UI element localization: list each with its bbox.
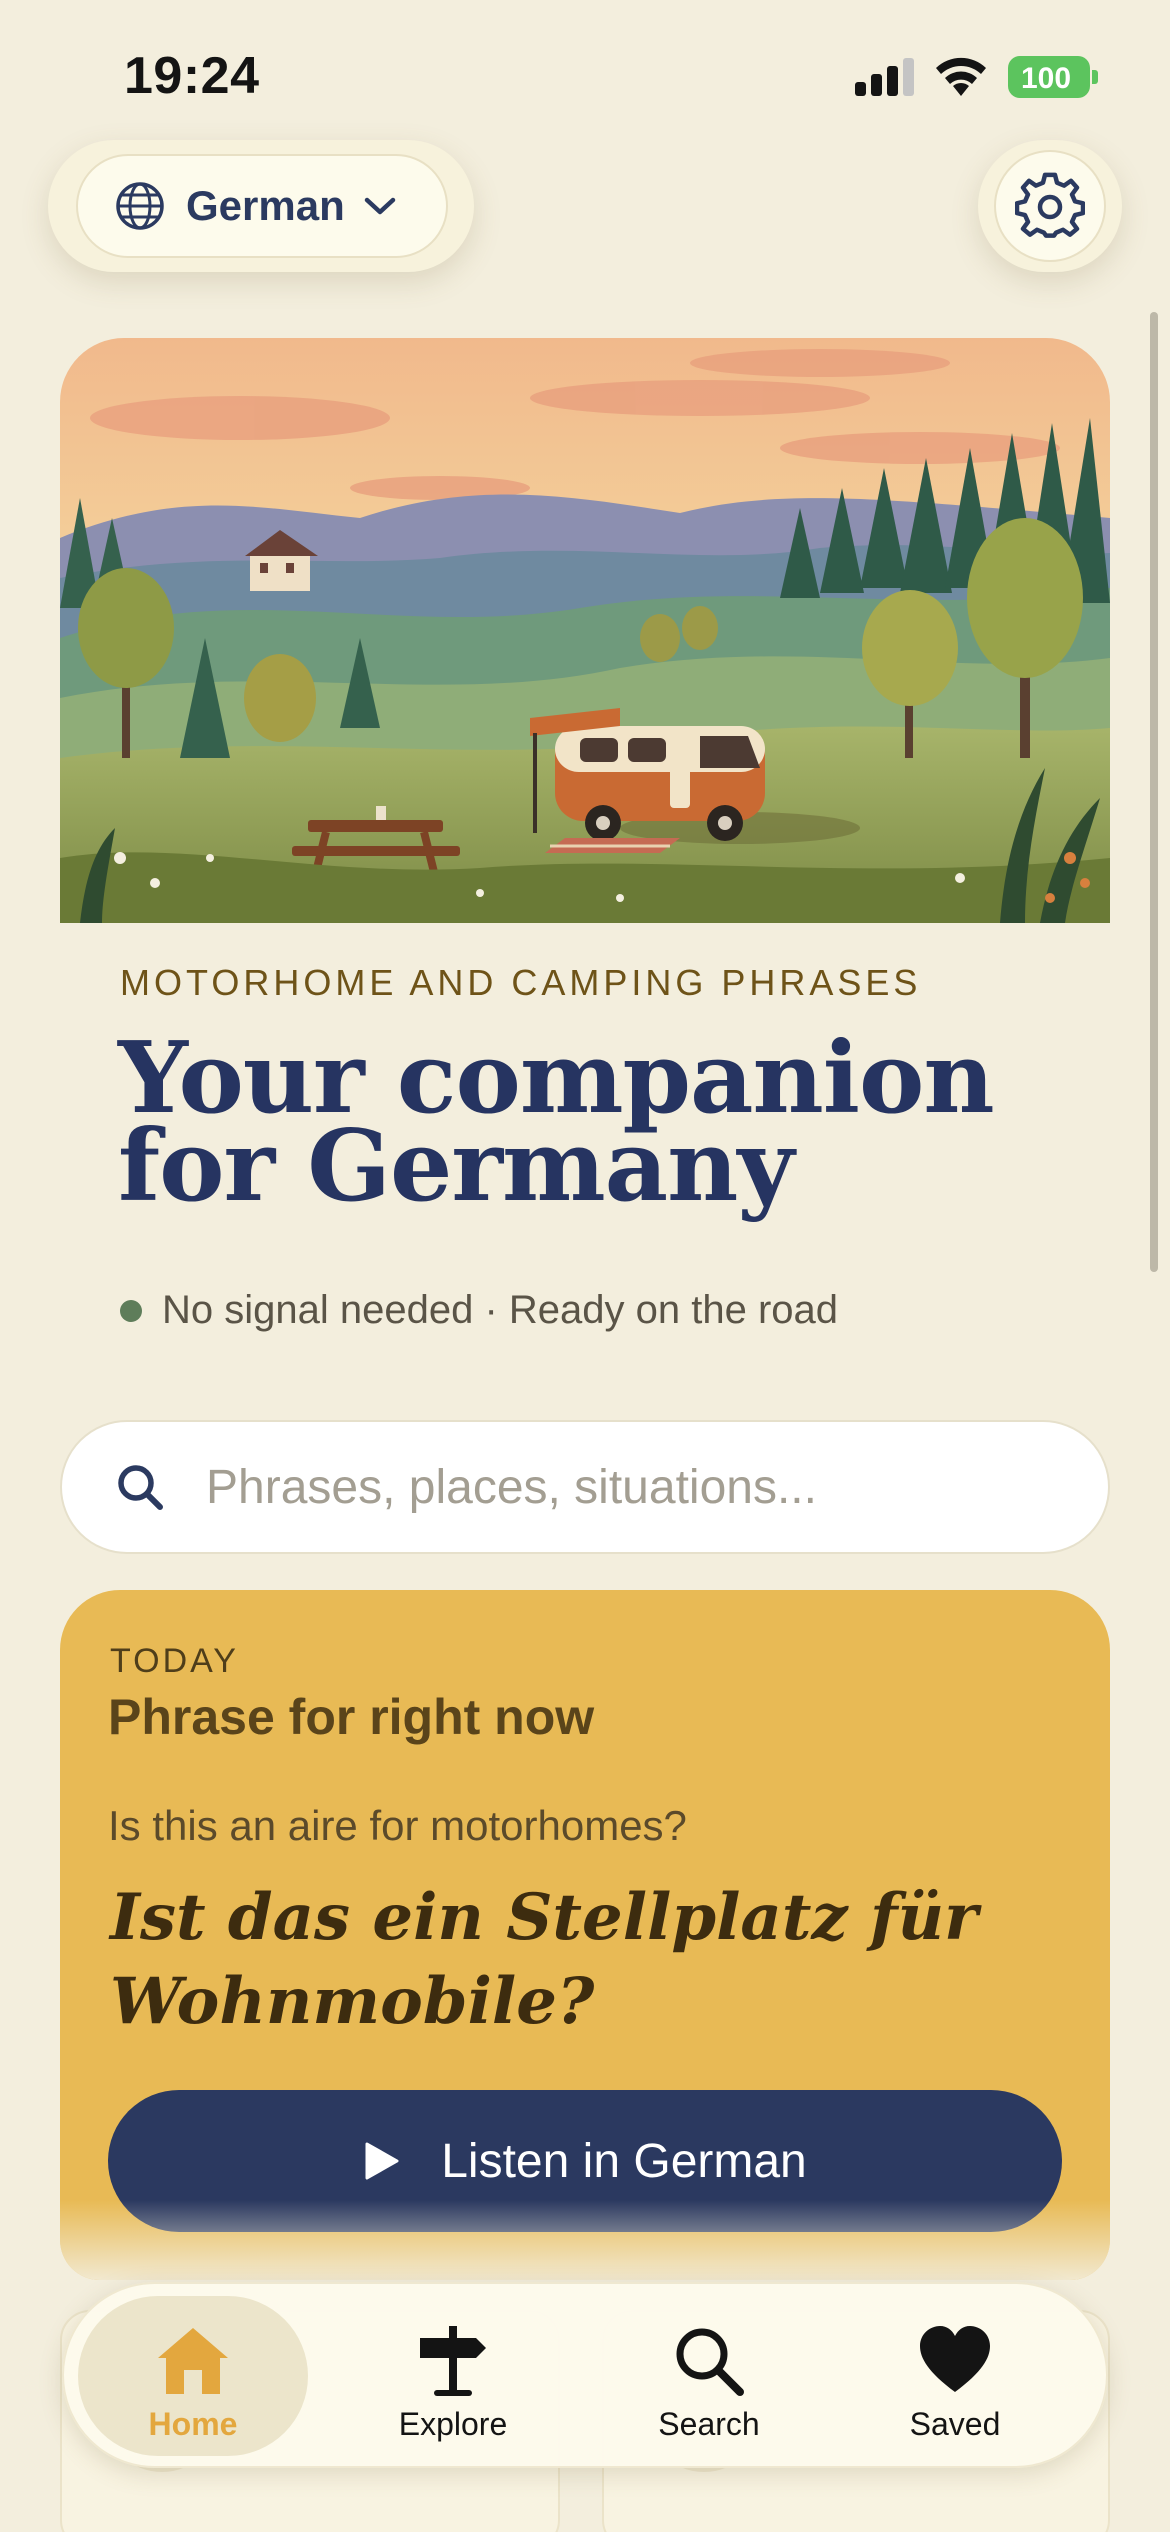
phrase-german-line-2: Wohnmobile? (110, 1964, 595, 2039)
hero-headline: Your companion for Germany (118, 1021, 1078, 1216)
tab-saved[interactable]: Saved (840, 2296, 1070, 2456)
globe-icon (116, 182, 164, 230)
card-eyebrow: TODAY (110, 1642, 239, 1680)
phrase-of-the-day-card[interactable]: TODAY Phrase for right now Is this an ai… (60, 1590, 1110, 2280)
search-icon (118, 1465, 163, 1510)
hero-headline-line-1: Your companion (118, 1021, 995, 1136)
search-bar[interactable] (60, 1420, 1110, 1554)
offline-status: No signal needed · Ready on the road (120, 1288, 838, 1333)
status-bar: 19:24 100 (0, 0, 1170, 150)
tab-explore[interactable]: Explore (338, 2296, 568, 2456)
scrollbar[interactable] (1150, 312, 1158, 1272)
hero-illustration (60, 338, 1110, 923)
phrase-german: Ist das ein Stellplatz für Wohnmobile? (110, 1876, 1030, 2044)
battery-icon: 100 (1008, 56, 1098, 98)
battery-level: 100 (1020, 62, 1072, 95)
chevron-down-icon (364, 197, 395, 215)
offline-status-text: No signal needed · Ready on the road (162, 1288, 839, 1332)
play-icon (365, 2142, 399, 2180)
language-label: German (186, 182, 345, 229)
card-title: Phrase for right now (108, 1689, 595, 1745)
cellular-signal-icon (855, 58, 915, 96)
card-fade (60, 2200, 1110, 2280)
tab-home-label: Home (148, 2406, 238, 2442)
settings-button[interactable] (994, 150, 1106, 262)
gear-icon (1015, 172, 1085, 238)
hero-eyebrow: MOTORHOME AND CAMPING PHRASES (120, 962, 922, 1003)
tab-search[interactable]: Search (594, 2296, 824, 2456)
tab-bar: Home Explore Search Saved (62, 2282, 1108, 2468)
listen-button-label: Listen in German (441, 2134, 807, 2188)
settings-container (978, 140, 1122, 272)
status-time: 19:24 (124, 47, 260, 105)
home-icon (158, 2328, 228, 2394)
wifi-icon (936, 57, 986, 96)
language-selector-button[interactable]: German (76, 154, 448, 258)
tab-explore-label: Explore (398, 2406, 508, 2442)
tab-home[interactable]: Home (78, 2296, 308, 2456)
phrase-english: Is this an aire for motorhomes? (108, 1802, 687, 1849)
tab-search-label: Search (658, 2406, 760, 2442)
tab-saved-label: Saved (909, 2406, 1001, 2442)
search-input[interactable] (206, 1459, 1026, 1515)
language-selector-container: German (48, 140, 474, 272)
search-icon (676, 2328, 744, 2396)
status-dot-icon (120, 1299, 142, 1322)
signpost-icon (420, 2326, 486, 2396)
phrase-german-line-1: Ist das ein Stellplatz für (110, 1880, 978, 1955)
heart-icon (920, 2326, 990, 2392)
